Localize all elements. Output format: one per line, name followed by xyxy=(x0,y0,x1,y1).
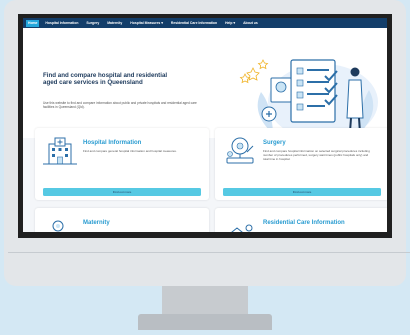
nav-residential-care[interactable]: Residential Care Information xyxy=(169,20,219,27)
card-title: Residential Care Information xyxy=(263,220,345,226)
card-title: Hospital Information xyxy=(83,140,142,146)
card-residential-care: Residential Care Information xyxy=(215,208,387,232)
nav-home[interactable]: Home xyxy=(26,19,40,27)
card-maternity: Maternity xyxy=(35,208,209,232)
card-description: Find and compare general hospital inform… xyxy=(83,149,177,153)
monitor-stand-base xyxy=(138,314,272,330)
card-surgery: Surgery Find and compare hospital inform… xyxy=(215,128,387,200)
maternity-icon xyxy=(52,220,64,232)
website-screen: Home Hospital Information Surgery Matern… xyxy=(23,18,387,232)
residential-care-icon xyxy=(231,224,253,232)
nav-hospital-measures[interactable]: Hospital Measures ▾ xyxy=(128,20,165,27)
nav-about-us[interactable]: About us xyxy=(241,20,260,27)
surgery-icon xyxy=(226,137,254,164)
hero-banner: Find and compare hospital and residentia… xyxy=(23,28,387,140)
nav-maternity[interactable]: Maternity xyxy=(105,20,124,27)
card-title: Surgery xyxy=(263,140,286,146)
find-out-more-button[interactable]: Find out more xyxy=(43,188,201,196)
hero-subtitle: Use this website to find and compare inf… xyxy=(43,101,197,109)
monitor-stand-neck xyxy=(162,286,248,316)
find-out-more-button[interactable]: Find out more xyxy=(223,188,381,196)
hero-title: Find and compare hospital and residentia… xyxy=(43,72,168,87)
card-hospital-information: Hospital Information Find and compare ge… xyxy=(35,128,209,200)
hospital-icon xyxy=(43,137,77,165)
monitor-chin-divider xyxy=(8,252,410,253)
card-description: Find and compare hospital information on… xyxy=(263,149,370,161)
main-nav: Home Hospital Information Surgery Matern… xyxy=(23,18,387,28)
hero-illustration xyxy=(239,59,378,140)
nav-help[interactable]: Help ▾ xyxy=(223,20,237,27)
card-title: Maternity xyxy=(83,220,110,226)
nav-surgery[interactable]: Surgery xyxy=(84,20,101,27)
nav-hospital-information[interactable]: Hospital Information xyxy=(43,20,80,27)
